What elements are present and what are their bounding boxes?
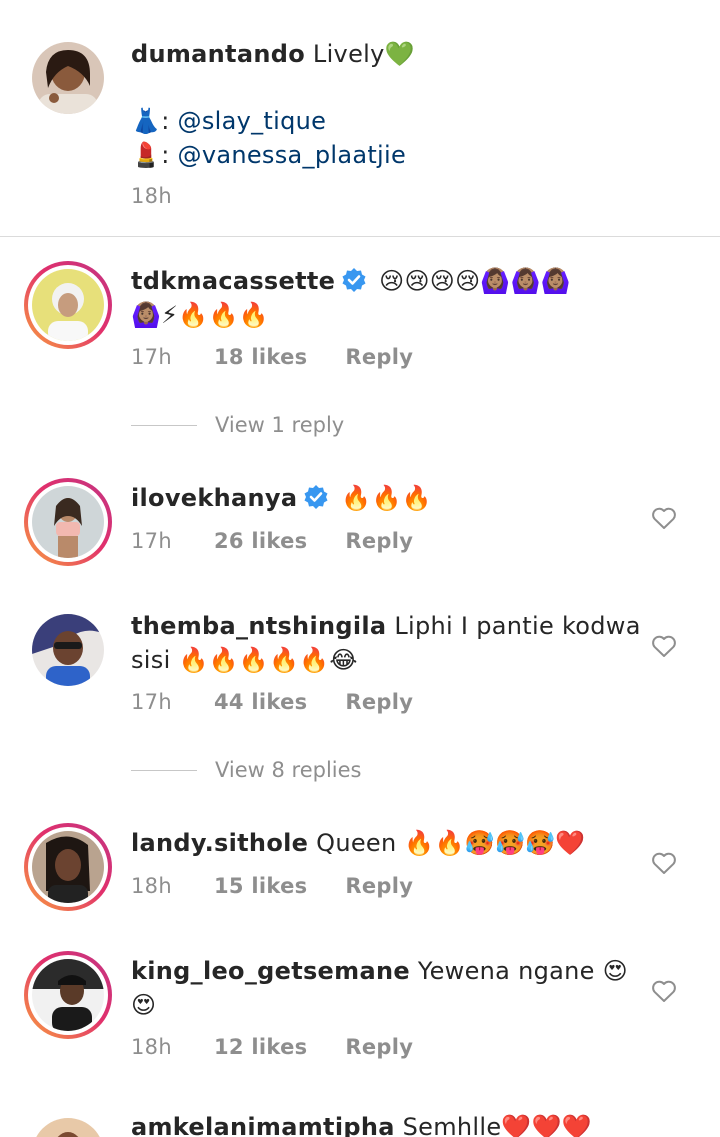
view-replies-label[interactable]: View 8 replies [215, 758, 362, 782]
story-avatar[interactable] [24, 823, 112, 911]
reply-button[interactable]: Reply [345, 345, 413, 369]
comment-text-line-2: sisi 🔥🔥🔥🔥🔥😂 [131, 643, 358, 677]
avatar[interactable] [32, 614, 104, 686]
comment-username[interactable]: king_leo_getsemane [131, 957, 410, 985]
likes-count[interactable]: 15 likes [214, 874, 307, 898]
reply-button[interactable]: Reply [345, 874, 413, 898]
comment-body: Yewena ngane 😍 [417, 957, 629, 985]
comment-username[interactable]: amkelanimamtipha [131, 1113, 395, 1137]
mention-vanessa-plaatjie[interactable]: @vanessa_plaatjie [178, 141, 407, 169]
likes-count[interactable]: 44 likes [214, 690, 307, 714]
comment-text: themba_ntshingila Liphi I pantie kodwa [131, 609, 641, 643]
comment-meta: 18h 12 likes Reply [131, 1035, 451, 1059]
likes-count[interactable]: 12 likes [214, 1035, 307, 1059]
verified-badge-icon [342, 268, 366, 292]
comment-meta: 18h 15 likes Reply [131, 874, 451, 898]
comment-text: ilovekhanya 🔥🔥🔥 [131, 481, 432, 515]
lipstick-emoji: 💄 [131, 141, 162, 169]
comment-time: 18h [131, 874, 172, 898]
caption-mention-line-1: 👗: @slay_tique [131, 107, 327, 135]
view-replies-label[interactable]: View 1 reply [215, 413, 344, 437]
comment-username[interactable]: tdkmacassette [131, 267, 335, 295]
comment-username[interactable]: landy.sithole [131, 829, 308, 857]
comment-body: Queen 🔥🔥🥵🥵🥵❤️ [316, 829, 586, 857]
comment-text-line-2: 😍 [131, 988, 156, 1022]
comment-time: 17h [131, 690, 172, 714]
comment-body: Semhlle❤️❤️❤️ [402, 1113, 592, 1137]
caption-line: dumantando Lively💚 [131, 37, 415, 71]
reply-button[interactable]: Reply [345, 529, 413, 553]
post-caption: dumantando Lively💚 👗: @slay_tique 💄: @va… [0, 0, 720, 236]
comment-text: tdkmacassette 😢😢😢😢🙆🏽‍♀️🙆🏽‍♀️🙆🏽‍♀️ [131, 264, 571, 298]
heart-outline-icon[interactable] [651, 634, 677, 658]
comment-text: amkelanimamtipha Semhlle❤️❤️❤️ [131, 1110, 592, 1137]
caption-meta: 18h [131, 184, 214, 208]
story-avatar[interactable] [24, 478, 112, 566]
comment-body-2: sisi 🔥🔥🔥🔥🔥😂 [131, 646, 358, 674]
comment-username[interactable]: themba_ntshingila [131, 612, 386, 640]
comment-meta: 17h 18 likes Reply [131, 345, 451, 369]
comment-emojis: 🔥🔥🔥 [341, 484, 432, 512]
replies-line [131, 424, 197, 426]
story-avatar[interactable] [24, 951, 112, 1039]
comment-body: Liphi I pantie kodwa [394, 612, 641, 640]
green-heart-emoji: 💚 [384, 40, 415, 68]
comment-time: 17h [131, 345, 172, 369]
story-avatar[interactable] [24, 261, 112, 349]
comment-time: 17h [131, 529, 172, 553]
likes-count[interactable]: 26 likes [214, 529, 307, 553]
comment-time: 18h [131, 1035, 172, 1059]
caption-mention-line-2: 💄: @vanessa_plaatjie [131, 141, 407, 169]
dress-emoji: 👗 [131, 107, 162, 135]
comment-meta: 17h 26 likes Reply [131, 529, 451, 553]
comment-meta: 17h 44 likes Reply [131, 690, 451, 714]
replies-line [131, 769, 197, 771]
reply-button[interactable]: Reply [345, 690, 413, 714]
caption-text: Lively [312, 40, 385, 68]
caption-username[interactable]: dumantando [131, 40, 305, 68]
comment-username[interactable]: ilovekhanya [131, 484, 297, 512]
heart-outline-icon[interactable] [651, 851, 677, 875]
comment-emojis: 😢😢😢😢🙆🏽‍♀️🙆🏽‍♀️🙆🏽‍♀️ [379, 267, 571, 295]
likes-count[interactable]: 18 likes [214, 345, 307, 369]
reply-button[interactable]: Reply [345, 1035, 413, 1059]
caption-time: 18h [131, 184, 172, 208]
comment-emojis-2: 🙆🏽‍♀️⚡🔥🔥🔥 [131, 301, 269, 329]
comment-text-line-2: 🙆🏽‍♀️⚡🔥🔥🔥 [131, 298, 269, 332]
divider [0, 236, 720, 237]
heart-outline-icon[interactable] [651, 506, 677, 530]
comment-text: landy.sithole Queen 🔥🔥🥵🥵🥵❤️ [131, 826, 586, 860]
avatar[interactable] [32, 42, 104, 114]
avatar[interactable] [32, 1118, 104, 1137]
mention-slay-tique[interactable]: @slay_tique [178, 107, 327, 135]
comment-text: king_leo_getsemane Yewena ngane 😍 [131, 954, 628, 988]
heart-outline-icon[interactable] [651, 979, 677, 1003]
verified-badge-icon [304, 485, 328, 509]
view-replies-button[interactable]: View 8 replies [131, 758, 362, 782]
view-replies-button[interactable]: View 1 reply [131, 413, 344, 437]
comment-body-2: 😍 [131, 991, 157, 1019]
